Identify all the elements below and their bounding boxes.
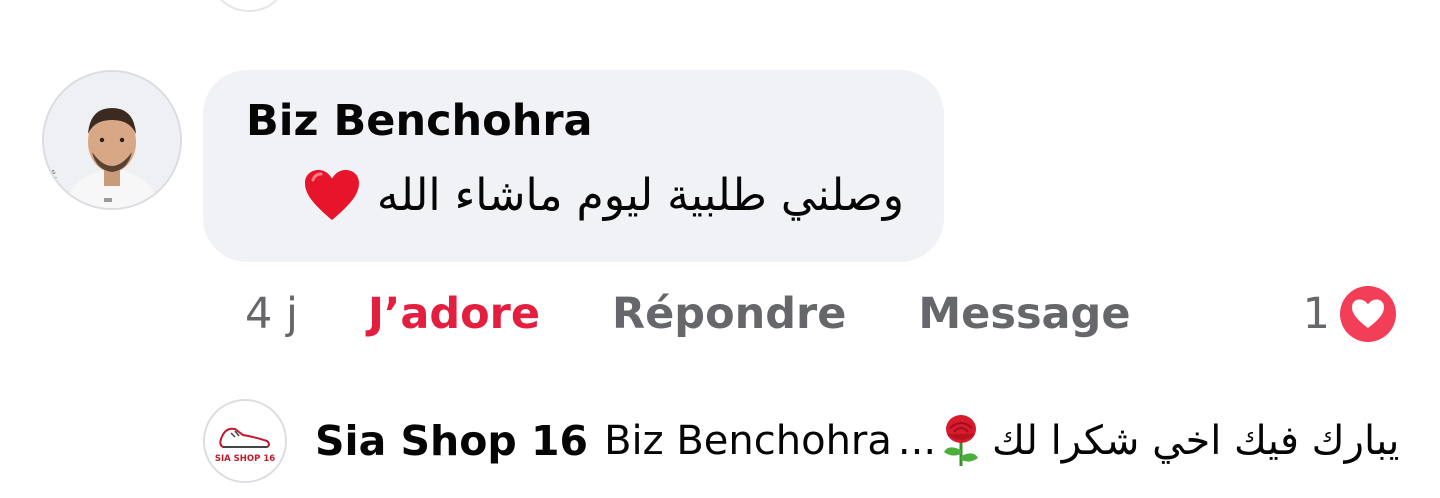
love-button[interactable]: J’adore [368, 289, 540, 339]
reaction-count: 1 [1302, 289, 1330, 339]
reply-author[interactable]: Sia Shop 16 [315, 417, 588, 465]
comment-author[interactable]: Biz Benchohra [246, 96, 593, 146]
love-reaction-icon [1338, 284, 1398, 344]
reply-preview[interactable]: SIA SHOP 16 Sia Shop 16 Biz Benchohra ..… [203, 398, 1399, 484]
reaction-summary[interactable]: 1 [1303, 284, 1398, 344]
reply-mention: Biz Benchohra [604, 418, 892, 464]
comment-body: وصلني طلبية ليوم ماشاء الله [303, 168, 904, 222]
comment-text: وصلني طلبية ليوم ماشاء الله [376, 169, 904, 221]
reply-ellipsis: ... [897, 418, 937, 464]
rose-icon [938, 414, 984, 468]
shop-logo-text: SIA SHOP 16 [215, 454, 275, 464]
comment-bubble: Biz Benchohra وصلني طلبية ليوم ماشاء الل… [203, 70, 944, 262]
svg-text:ع: ع [50, 166, 57, 179]
reply-text: يبارك فيك اخي شكرا لك [992, 418, 1400, 464]
red-heart-icon [303, 168, 361, 222]
reply-button[interactable]: Répondre [612, 289, 846, 339]
previous-avatar-edge [213, 0, 285, 12]
comment-timestamp[interactable]: 4 j [245, 289, 298, 339]
comment-thread: ع Biz Benchohra وصلني طلبية ليوم ماشاء ا… [0, 0, 1440, 498]
message-button[interactable]: Message [918, 289, 1130, 339]
shop-avatar[interactable]: SIA SHOP 16 [203, 399, 287, 483]
comment-actions: 4 j J’adore Répondre Message [245, 284, 1131, 344]
avatar[interactable]: ع [42, 70, 182, 210]
